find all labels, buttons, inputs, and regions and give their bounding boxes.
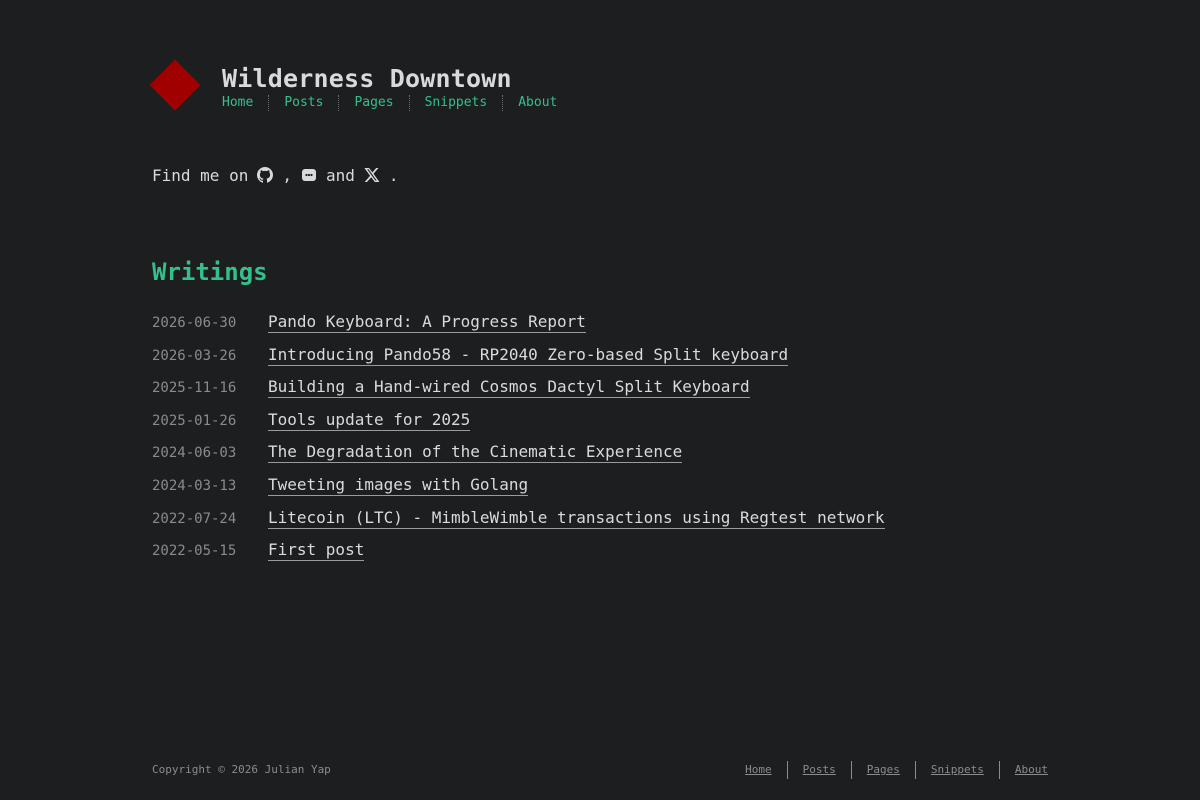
site-title[interactable]: Wilderness Downtown (222, 64, 512, 93)
findme-comma: , (282, 165, 292, 185)
nav-pages[interactable]: Pages (338, 95, 408, 111)
footer-nav: Home Posts Pages Snippets About (745, 761, 1048, 779)
post-date: 2022-05-15 (152, 543, 237, 560)
list-item: 2024-03-13 Tweeting images with Golang (152, 475, 1052, 508)
social-links: Find me on , and . (152, 164, 399, 186)
findme-suffix: . (388, 165, 399, 185)
list-item: 2024-06-03 The Degradation of the Cinema… (152, 442, 1052, 475)
post-date: 2025-01-26 (152, 412, 237, 429)
post-link[interactable]: The Degradation of the Cinematic Experie… (268, 442, 683, 464)
nav-posts[interactable]: Posts (268, 95, 338, 111)
writings-heading: Writings (152, 258, 268, 286)
main-nav: Home Posts Pages Snippets About (222, 95, 572, 111)
footer-posts[interactable]: Posts (786, 761, 851, 779)
post-link[interactable]: Tools update for 2025 (268, 410, 471, 431)
post-date: 2026-06-30 (152, 315, 237, 331)
x-icon[interactable] (364, 167, 380, 183)
post-date: 2024-03-13 (152, 477, 237, 494)
list-item: 2025-11-16 Building a Hand-wired Cosmos … (152, 377, 1052, 410)
post-date: 2025-11-16 (152, 380, 237, 397)
github-icon[interactable] (257, 167, 274, 183)
footer-snippets[interactable]: Snippets (914, 761, 999, 779)
footer-about[interactable]: About (998, 761, 1048, 779)
list-item: 2026-03-26 Introducing Pando58 - RP2040 … (152, 345, 1052, 378)
post-link[interactable]: Pando Keyboard: A Progress Report (268, 312, 586, 333)
list-item: 2022-07-24 Litecoin (LTC) - MimbleWimble… (152, 508, 1052, 541)
post-list: 2026-06-30 Pando Keyboard: A Progress Re… (152, 312, 1052, 573)
nav-home[interactable]: Home (222, 95, 268, 111)
footer-pages[interactable]: Pages (850, 761, 915, 779)
post-date: 2024-06-03 (152, 445, 237, 462)
post-link[interactable]: Introducing Pando58 - RP2040 Zero-based … (268, 345, 789, 366)
list-item: 2022-05-15 First post (152, 540, 1052, 573)
site-logo[interactable] (149, 59, 201, 111)
post-link[interactable]: Litecoin (LTC) - MimbleWimble transactio… (268, 508, 885, 529)
findme-prefix: Find me on (152, 165, 249, 185)
post-date: 2026-03-26 (152, 347, 237, 364)
copyright-text: Copyright © 2026 Julian Yap (152, 763, 331, 776)
list-item: 2025-01-26 Tools update for 2025 (152, 410, 1052, 443)
nav-about[interactable]: About (502, 95, 572, 111)
footer-home[interactable]: Home (745, 761, 787, 779)
discord-icon[interactable] (301, 167, 317, 183)
nav-snippets[interactable]: Snippets (408, 95, 503, 111)
page: Wilderness Downtown Home Posts Pages Sni… (0, 0, 1200, 800)
post-date: 2022-07-24 (152, 510, 237, 527)
post-link[interactable]: Building a Hand-wired Cosmos Dactyl Spli… (268, 377, 750, 399)
post-link[interactable]: Tweeting images with Golang (268, 475, 529, 496)
list-item: 2026-06-30 Pando Keyboard: A Progress Re… (152, 312, 1052, 345)
post-link[interactable]: First post (268, 540, 365, 562)
findme-and: and (325, 165, 355, 185)
